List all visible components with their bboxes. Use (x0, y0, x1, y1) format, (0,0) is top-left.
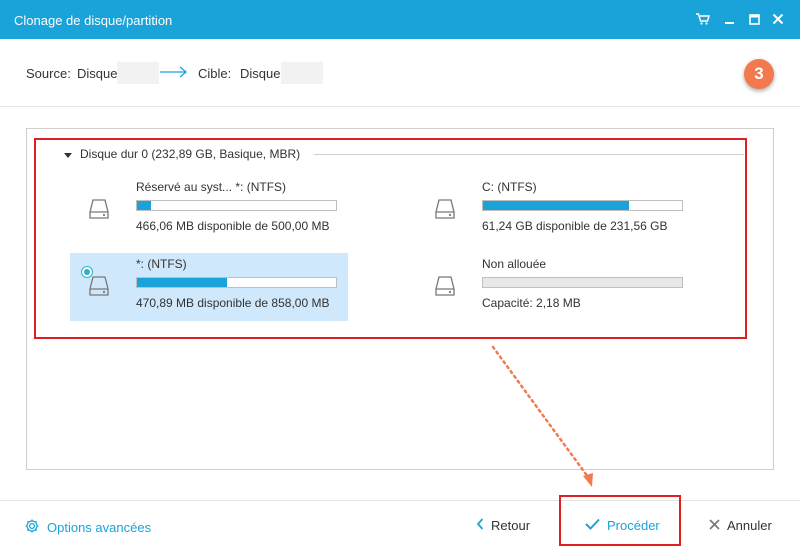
highlight-box-proceed (559, 495, 681, 546)
step-badge: 3 (744, 59, 774, 89)
cart-icon[interactable] (694, 10, 712, 28)
close-icon (709, 518, 720, 533)
maximize-icon[interactable] (745, 10, 763, 28)
cancel-button[interactable]: Annuler (709, 518, 772, 533)
back-label: Retour (491, 518, 531, 533)
close-icon[interactable] (769, 10, 787, 28)
gear-icon (24, 518, 40, 537)
target-value: Disque (240, 66, 281, 81)
arrow-right-icon (160, 66, 188, 81)
window-title: Clonage de disque/partition (14, 13, 173, 28)
source-disk-redacted (117, 62, 159, 84)
target-disk-redacted (281, 62, 323, 84)
target-label: Cible: (198, 66, 232, 81)
source-value: Disque (77, 66, 118, 81)
chevron-left-icon (476, 518, 484, 533)
cancel-label: Annuler (727, 518, 772, 533)
highlight-box-disk (34, 138, 747, 339)
back-button[interactable]: Retour (476, 518, 530, 533)
title-bar: Clonage de disque/partition (0, 0, 800, 39)
minimize-icon[interactable] (720, 10, 738, 28)
source-target-bar: Source: Disque Cible: Disque 3 (0, 39, 800, 107)
source-label: Source: (26, 66, 71, 81)
advanced-options-label: Options avancées (47, 520, 152, 535)
advanced-options-button[interactable]: Options avancées (24, 518, 151, 537)
